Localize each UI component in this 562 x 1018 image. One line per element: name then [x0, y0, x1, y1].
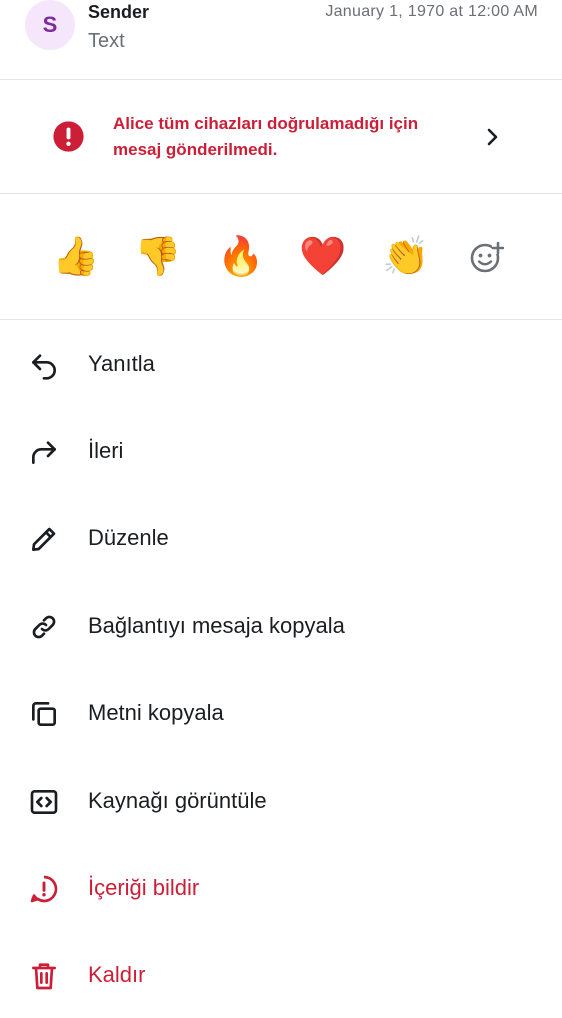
message-timestamp: January 1, 1970 at 12:00 AM [325, 3, 538, 20]
add-reaction-icon[interactable] [468, 239, 504, 275]
send-failed-banner[interactable]: Alice tüm cihazları doğrulamadığı için m… [0, 80, 562, 194]
menu-item-label: Kaldır [88, 962, 146, 987]
menu-item-label: Yanıtla [88, 351, 155, 376]
menu-item-copy-text[interactable]: Metni kopyala [0, 669, 562, 756]
menu-item-remove[interactable]: Kaldır [0, 931, 562, 1018]
code-icon [30, 790, 58, 814]
menu-item-copy-link[interactable]: Bağlantıyı mesaja kopyala [0, 582, 562, 669]
reaction-clapping[interactable]: 👏 [382, 232, 429, 282]
error-line-1: Alice tüm cihazları doğrulamadığı için [113, 114, 419, 133]
report-icon [30, 875, 58, 903]
link-icon [32, 615, 56, 639]
message-header: S Sender Text January 1, 1970 at 12:00 A… [0, 0, 562, 80]
error-message: Alice tüm cihazları doğrulamadığı için m… [113, 111, 453, 163]
menu-item-reply[interactable]: Yanıtla [0, 320, 562, 407]
menu-item-label: Kaynağı görüntüle [88, 788, 267, 813]
copy-icon [32, 702, 56, 726]
menu-item-forward[interactable]: İleri [0, 407, 562, 494]
reaction-fire[interactable]: 🔥 [217, 232, 264, 282]
error-line-2: mesaj gönderilmedi. [113, 140, 278, 159]
error-icon [53, 121, 84, 152]
reaction-heart[interactable]: ❤️ [299, 232, 346, 282]
chevron-right-icon[interactable] [480, 125, 504, 149]
menu-item-label: Düzenle [88, 525, 169, 550]
pencil-icon [32, 527, 56, 551]
reaction-thumbs-down[interactable]: 👎 [134, 232, 181, 282]
menu-item-label: Metni kopyala [88, 700, 224, 725]
trash-icon [32, 963, 56, 990]
sender-name: Sender [88, 2, 150, 22]
sender-avatar[interactable]: S [25, 0, 75, 50]
menu-item-view-source[interactable]: Kaynağı görüntüle [0, 757, 562, 844]
menu-item-report[interactable]: İçeriği bildir [0, 844, 562, 931]
reaction-thumbs-up[interactable]: 👍 [52, 232, 99, 282]
menu-item-label: İçeriği bildir [88, 875, 200, 900]
menu-item-label: Bağlantıyı mesaja kopyala [88, 613, 345, 638]
message-preview: Text [88, 30, 125, 52]
quick-reactions: 👍 👎 🔥 ❤️ 👏 [0, 194, 562, 320]
reply-icon [32, 354, 56, 380]
forward-icon [32, 441, 56, 464]
menu-item-edit[interactable]: Düzenle [0, 494, 562, 581]
menu-item-label: İleri [88, 438, 124, 463]
